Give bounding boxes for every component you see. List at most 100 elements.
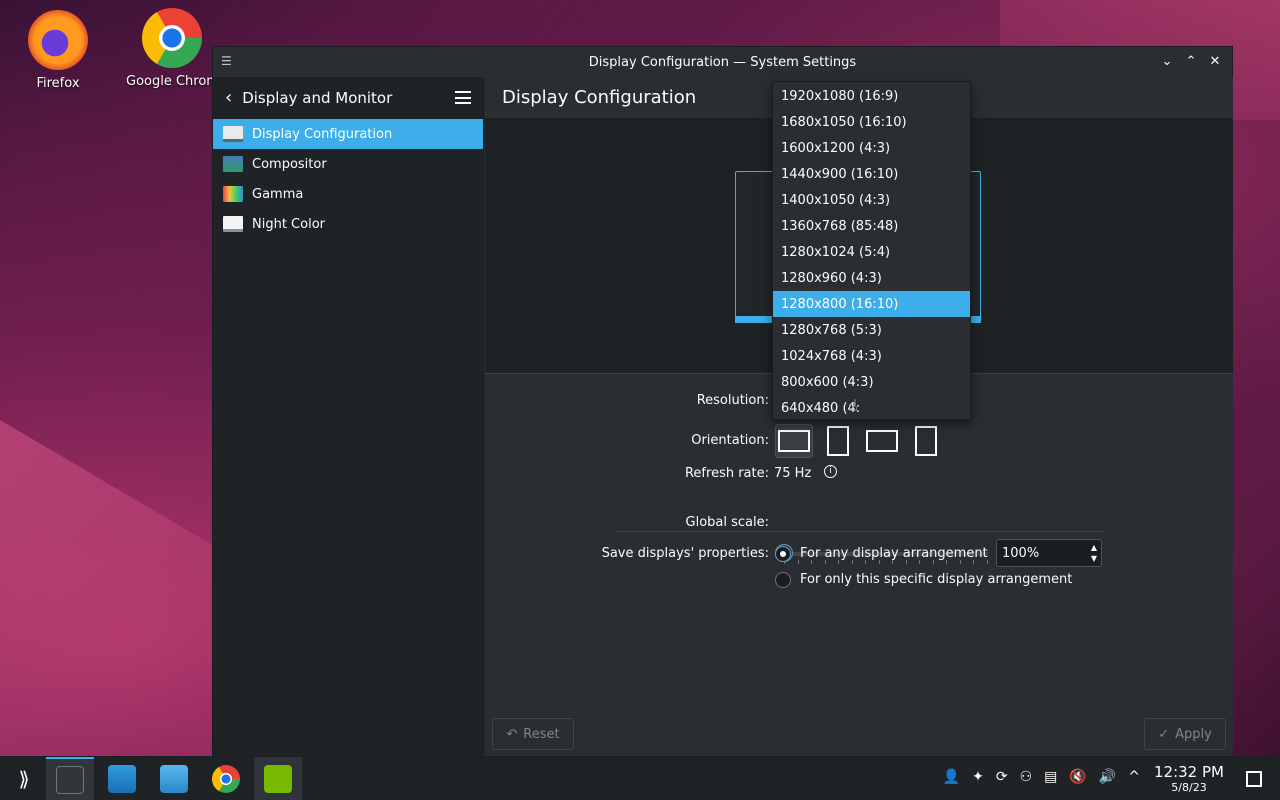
gamma-icon bbox=[223, 186, 243, 202]
window-menu-icon[interactable]: ☰ bbox=[221, 54, 237, 68]
chrome-icon bbox=[142, 8, 202, 68]
desktop-icon-label: Google Chrome bbox=[126, 74, 212, 89]
settings-window: ☰ Display Configuration — System Setting… bbox=[212, 46, 1233, 759]
clock[interactable]: 12:32 PM 5/8/23 bbox=[1150, 763, 1228, 794]
global-scale-value: 100% bbox=[1002, 545, 1040, 561]
sidebar-header: ‹ Display and Monitor bbox=[213, 77, 483, 119]
display-icon bbox=[223, 126, 243, 142]
refresh-rate-value: 75 Hz bbox=[774, 466, 812, 481]
accounts-icon[interactable]: ⚇ bbox=[1020, 769, 1033, 785]
save-properties-label: Save displays' properties: bbox=[601, 546, 769, 561]
chrome-icon bbox=[212, 765, 240, 793]
portrait-icon bbox=[827, 426, 849, 456]
resolution-option[interactable]: 1280x960 (4:3) bbox=[773, 265, 970, 291]
system-tray: 👤 ✦ ⟳ ⚇ ▤ 🔇 🔊 ^ bbox=[943, 769, 1140, 785]
desktop-icon-chrome[interactable]: Google Chrome bbox=[124, 8, 212, 89]
orientation-landscape-flipped-button[interactable] bbox=[863, 424, 901, 458]
system-settings-icon bbox=[56, 766, 84, 794]
app-icon bbox=[264, 765, 292, 793]
resolution-option-selected[interactable]: 1280x800 (16:10) bbox=[773, 291, 970, 317]
resolution-option[interactable]: 1440x900 (16:10) bbox=[773, 161, 970, 187]
resolution-option[interactable]: 1280x768 (5:3) bbox=[773, 317, 970, 343]
desktop-icon-firefox[interactable]: Firefox bbox=[8, 10, 108, 91]
resolution-option[interactable]: 1920x1080 (16:9) bbox=[773, 83, 970, 109]
mouse-cursor-icon: ☝ bbox=[848, 396, 858, 415]
resolution-dropdown[interactable]: 1920x1080 (16:9) 1680x1050 (16:10) 1600x… bbox=[772, 81, 971, 420]
taskbar-system-settings[interactable] bbox=[46, 757, 94, 800]
resolution-label: Resolution: bbox=[696, 393, 769, 408]
update-icon[interactable]: ⟳ bbox=[996, 769, 1008, 785]
hamburger-menu-icon[interactable] bbox=[455, 91, 471, 104]
resolution-option[interactable]: 1680x1050 (16:10) bbox=[773, 109, 970, 135]
maximize-button[interactable]: ⌃ bbox=[1182, 52, 1200, 70]
taskbar-file-manager[interactable] bbox=[150, 757, 198, 800]
orientation-portrait-left-button[interactable] bbox=[819, 424, 857, 458]
radio-specific-arrangement[interactable] bbox=[775, 572, 791, 588]
global-scale-spinbox[interactable]: 100% ▲ ▼ bbox=[996, 539, 1102, 567]
reset-icon: ↶ bbox=[506, 726, 518, 742]
user-icon[interactable]: 👤 bbox=[943, 769, 960, 785]
close-button[interactable]: ✕ bbox=[1206, 52, 1224, 70]
orientation-portrait-right-button[interactable] bbox=[907, 424, 945, 458]
minimize-button[interactable]: ⌄ bbox=[1158, 52, 1176, 70]
spin-arrows-icon[interactable]: ▲ ▼ bbox=[1091, 542, 1097, 564]
sidebar-title: Display and Monitor bbox=[242, 88, 393, 107]
back-icon[interactable]: ‹ bbox=[225, 87, 232, 108]
sidebar-item-gamma[interactable]: Gamma bbox=[213, 179, 483, 209]
clock-date: 5/8/23 bbox=[1171, 781, 1207, 794]
reset-button[interactable]: ↶ Reset bbox=[492, 718, 574, 750]
resolution-option[interactable]: 640x480 (4: bbox=[773, 395, 970, 421]
reset-label: Reset bbox=[523, 726, 560, 742]
sidebar-item-compositor[interactable]: Compositor bbox=[213, 149, 483, 179]
radio-any-arrangement[interactable] bbox=[775, 546, 791, 562]
sidebar: ‹ Display and Monitor Display Configurat… bbox=[213, 77, 484, 759]
sidebar-item-label: Display Configuration bbox=[252, 126, 393, 142]
taskbar-chrome[interactable] bbox=[202, 757, 250, 800]
mute-icon[interactable]: 🔇 bbox=[1069, 769, 1086, 785]
app-launcher-button[interactable]: ⟫ bbox=[0, 757, 48, 800]
resolution-option[interactable]: 1360x768 (85:48) bbox=[773, 213, 970, 239]
sidebar-item-label: Night Color bbox=[252, 216, 325, 232]
radio-specific-arrangement-label[interactable]: For only this specific display arrangeme… bbox=[800, 572, 1072, 587]
global-scale-label: Global scale: bbox=[685, 515, 769, 530]
window-titlebar[interactable]: ☰ Display Configuration — System Setting… bbox=[213, 47, 1232, 77]
taskbar-nvidia-app[interactable] bbox=[254, 757, 302, 800]
sidebar-item-label: Gamma bbox=[252, 186, 304, 202]
refresh-rate-label: Refresh rate: bbox=[684, 466, 769, 481]
portrait-flipped-icon bbox=[915, 426, 937, 456]
info-icon[interactable]: i bbox=[824, 465, 837, 478]
launcher-icon: ⟫ bbox=[18, 767, 30, 791]
apply-button[interactable]: ✓ Apply bbox=[1144, 718, 1226, 750]
sidebar-item-night-color[interactable]: Night Color bbox=[213, 209, 483, 239]
window-title: Display Configuration — System Settings bbox=[588, 54, 857, 70]
discover-store-icon bbox=[108, 765, 136, 793]
steam-icon[interactable]: ✦ bbox=[972, 769, 984, 785]
check-icon: ✓ bbox=[1158, 726, 1170, 742]
orientation-label: Orientation: bbox=[691, 433, 769, 448]
landscape-icon bbox=[778, 430, 810, 452]
resolution-option[interactable]: 1400x1050 (4:3) bbox=[773, 187, 970, 213]
landscape-flipped-icon bbox=[866, 430, 898, 452]
folder-icon bbox=[160, 765, 188, 793]
resolution-option[interactable]: 800x600 (4:3) bbox=[773, 369, 970, 395]
clipboard-icon[interactable]: ▤ bbox=[1044, 769, 1057, 785]
resolution-option[interactable]: 1600x1200 (4:3) bbox=[773, 135, 970, 161]
clock-time: 12:32 PM bbox=[1154, 763, 1224, 781]
desktop-icon-label: Firefox bbox=[36, 76, 80, 91]
orientation-buttons bbox=[775, 424, 951, 458]
resolution-option[interactable]: 1024x768 (4:3) bbox=[773, 343, 970, 369]
divider bbox=[617, 531, 1104, 532]
sidebar-item-label: Compositor bbox=[252, 156, 327, 172]
volume-icon[interactable]: 🔊 bbox=[1099, 769, 1116, 785]
compositor-icon bbox=[223, 156, 243, 172]
apply-label: Apply bbox=[1175, 726, 1212, 742]
expand-tray-icon[interactable]: ^ bbox=[1128, 769, 1140, 785]
night-color-icon bbox=[223, 216, 243, 232]
orientation-landscape-button[interactable] bbox=[775, 424, 813, 458]
taskbar: ⟫ 👤 ✦ ⟳ ⚇ ▤ 🔇 🔊 ^ 12:32 PM 5/8/23 bbox=[0, 756, 1280, 800]
show-desktop-icon[interactable] bbox=[1246, 771, 1262, 787]
sidebar-item-display-configuration[interactable]: Display Configuration bbox=[213, 119, 483, 149]
taskbar-discover[interactable] bbox=[98, 757, 146, 800]
radio-any-arrangement-label[interactable]: For any display arrangement bbox=[800, 546, 988, 561]
resolution-option[interactable]: 1280x1024 (5:4) bbox=[773, 239, 970, 265]
